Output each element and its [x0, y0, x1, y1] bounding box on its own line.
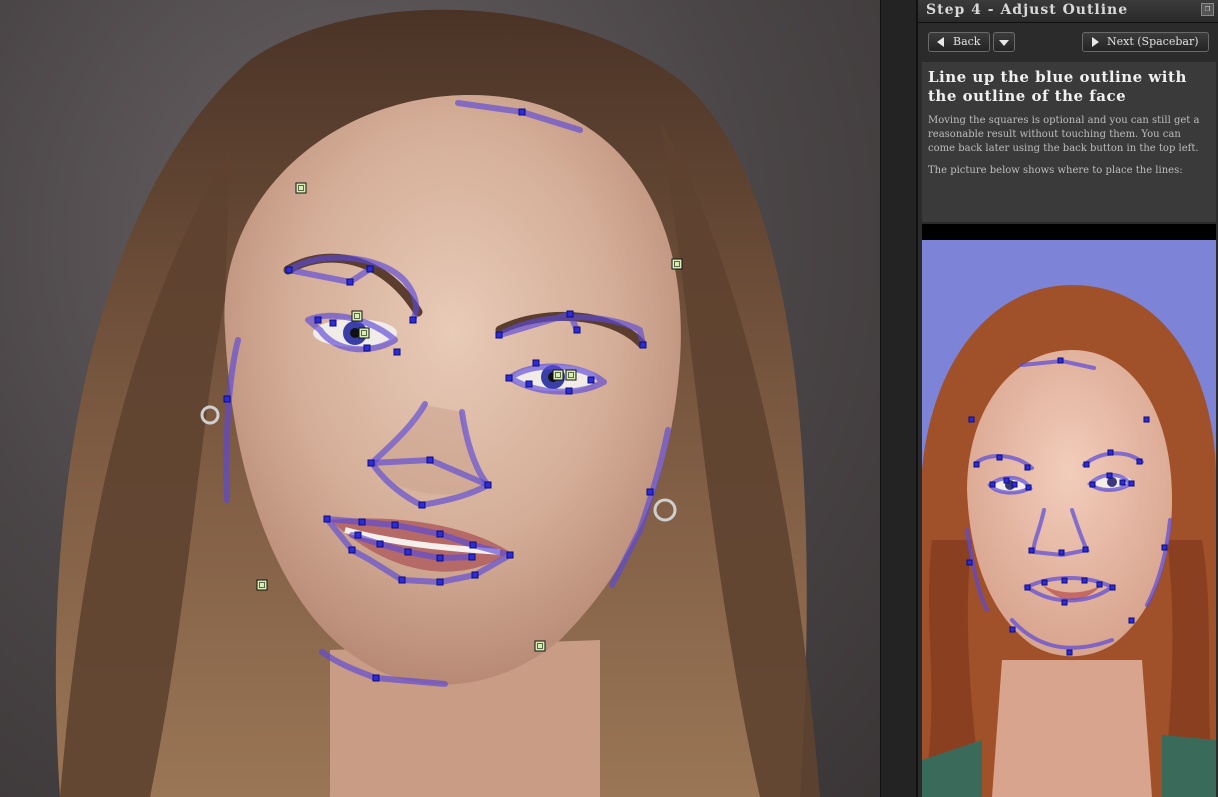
restore-icon[interactable]: ❐	[1201, 3, 1214, 16]
photo-canvas[interactable]	[0, 0, 880, 797]
chevron-down-icon	[999, 40, 1009, 46]
reference-image	[922, 240, 1216, 797]
panel-header: Step 4 - Adjust Outline ❐	[918, 0, 1218, 23]
next-button-label: Next (Spacebar)	[1107, 35, 1199, 48]
back-button-label: Back	[953, 35, 981, 48]
app-window: Step 4 - Adjust Outline ❐ Back Next (Spa…	[0, 0, 1218, 797]
instructions-paragraph-2: The picture below shows where to place t…	[928, 165, 1183, 176]
reference-divider	[922, 224, 1216, 240]
panel-gutter	[880, 0, 917, 797]
step-toolbar: Back Next (Spacebar)	[918, 24, 1218, 60]
triangle-right-icon	[1092, 37, 1099, 47]
reference-illustration	[922, 285, 1216, 797]
photo-illustration	[55, 9, 820, 797]
history-dropdown-button[interactable]	[993, 32, 1015, 52]
instructions-heading: Line up the blue outline with the outlin…	[928, 68, 1187, 105]
instructions-box: Line up the blue outline with the outlin…	[922, 62, 1216, 222]
panel-title: Step 4 - Adjust Outline	[926, 2, 1129, 18]
control-handle	[295, 182, 307, 194]
triangle-left-icon	[937, 37, 944, 47]
instructions-paragraph-1: Moving the squares is optional and you c…	[928, 115, 1200, 154]
back-button[interactable]: Back	[928, 32, 990, 52]
step-panel: Step 4 - Adjust Outline ❐ Back Next (Spa…	[916, 0, 1218, 797]
next-button[interactable]: Next (Spacebar)	[1082, 32, 1209, 52]
